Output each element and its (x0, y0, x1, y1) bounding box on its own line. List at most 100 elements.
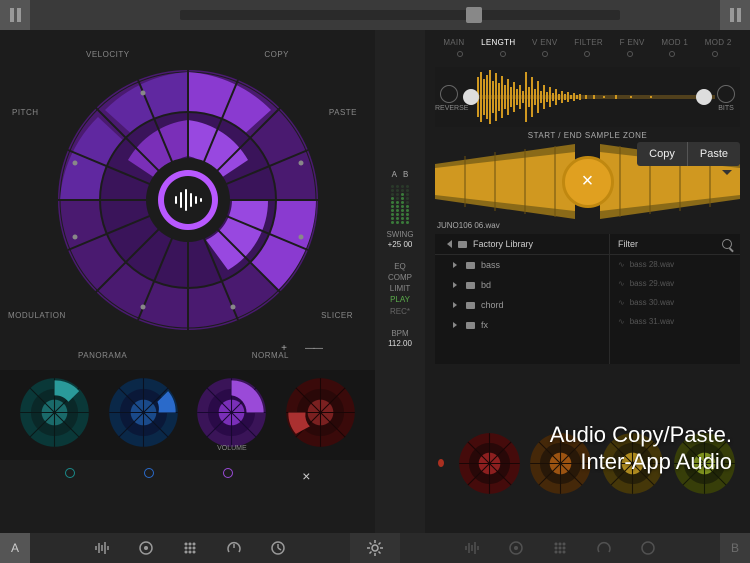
search-icon (722, 239, 732, 249)
right-mini-1[interactable] (457, 431, 522, 496)
comp-button[interactable]: COMP (388, 272, 412, 283)
tab-length[interactable]: LENGTH (481, 38, 515, 47)
rec-button[interactable]: REC* (388, 306, 412, 317)
folder-icon (466, 302, 475, 309)
label-a[interactable]: A (392, 170, 397, 179)
clock-mode-icon[interactable] (270, 540, 286, 556)
indicator-2[interactable] (144, 468, 154, 478)
main-circular-sequencer[interactable] (53, 65, 323, 335)
copy-button[interactable]: Copy (637, 142, 687, 166)
label-b[interactable]: B (403, 170, 408, 179)
folder-row[interactable]: fx (435, 315, 609, 335)
disc-mode-icon[interactable] (508, 540, 524, 556)
zone-label: START / END SAMPLE ZONE (425, 131, 750, 140)
sample-browser: Factory Library bass bd chord fx Filter … (435, 234, 740, 364)
plus-icon[interactable]: + (281, 343, 287, 354)
pause-button-left[interactable] (0, 0, 30, 30)
bpm-readout[interactable]: BPM 112.00 (388, 329, 412, 350)
top-bar (0, 0, 750, 30)
tab-fenv[interactable]: F ENV (620, 38, 645, 47)
dial-mode-icon[interactable] (596, 540, 612, 556)
pad-indicator-row: × (0, 460, 375, 486)
mini-pad-2[interactable] (106, 375, 181, 450)
folder-row[interactable]: bass (435, 255, 609, 275)
dial-mode-icon[interactable] (226, 540, 242, 556)
mini-pad-row: VOLUME (0, 370, 375, 460)
tab-mod1[interactable]: MOD 1 (661, 38, 688, 47)
paste-button[interactable]: Paste (687, 142, 740, 166)
browser-root-row[interactable]: Factory Library (435, 234, 609, 255)
file-row[interactable]: ∿bass 30.wav (610, 293, 740, 312)
level-meter (391, 185, 409, 224)
mini-pad-4[interactable] (283, 375, 358, 450)
waveform-mode-icon[interactable] (94, 540, 110, 556)
clock-mode-icon[interactable] (640, 540, 656, 556)
sample-filename: JUNO106 06.wav (437, 221, 738, 230)
pattern-a-button[interactable]: A (0, 533, 30, 563)
grid-mode-icon[interactable] (552, 540, 568, 556)
folder-row[interactable]: bd (435, 275, 609, 295)
tab-main[interactable]: MAIN (443, 38, 464, 47)
waveform-display[interactable]: REVERSE BITS (435, 67, 740, 127)
indicator-1[interactable] (65, 468, 75, 478)
folder-label: bass (481, 260, 500, 270)
pattern-b-label: B (731, 541, 739, 555)
file-row[interactable]: ∿bass 28.wav (610, 255, 740, 274)
center-strip: A B SWING +25 00 EQ COMP LIMIT PLAY REC*… (375, 30, 425, 533)
grid-mode-icon[interactable] (182, 540, 198, 556)
folder-row[interactable]: chord (435, 295, 609, 315)
expand-icon (453, 282, 460, 288)
pattern-b-button[interactable]: B (720, 533, 750, 563)
settings-button[interactable] (350, 533, 400, 563)
wave-icon: ∿ (618, 260, 625, 269)
ab-selector[interactable]: A B (392, 170, 409, 179)
scrubber-handle[interactable] (466, 7, 482, 23)
filter-header[interactable]: Filter (610, 234, 740, 255)
indicator-3[interactable] (223, 468, 233, 478)
label-paste: PASTE (329, 108, 357, 117)
filter-label: Filter (618, 239, 638, 249)
menu-caret-icon (722, 170, 732, 180)
tab-mod2[interactable]: MOD 2 (705, 38, 732, 47)
wave-icon: ∿ (618, 317, 625, 326)
eq-button[interactable]: EQ (388, 261, 412, 272)
file-row[interactable]: ∿bass 29.wav (610, 274, 740, 293)
sample-zone-visualizer[interactable]: × Copy Paste (435, 144, 740, 219)
label-panorama: PANORAMA (78, 351, 127, 360)
file-label: bass 31.wav (630, 317, 674, 326)
overlay-line2: Inter-App Audio (550, 449, 732, 475)
waveform-mode-icon[interactable] (464, 540, 480, 556)
reverse-control[interactable]: REVERSE (435, 83, 463, 112)
folder-label: chord (481, 300, 504, 310)
minus-icon[interactable]: —— (305, 343, 321, 354)
label-pitch: PITCH (12, 108, 39, 117)
close-icon: × (582, 170, 594, 193)
pause-button-right[interactable] (720, 0, 750, 30)
tab-indicators (425, 51, 750, 63)
folder-label: bd (481, 280, 491, 290)
expand-icon (453, 262, 460, 268)
disc-mode-icon[interactable] (138, 540, 154, 556)
limit-button[interactable]: LIMIT (388, 283, 412, 294)
mini-pad-volume-label: VOLUME (217, 445, 247, 452)
end-handle[interactable] (696, 89, 712, 105)
bits-knob-icon (717, 85, 735, 103)
play-button[interactable]: PLAY (388, 294, 412, 305)
mini-pad-1[interactable] (17, 375, 92, 450)
folder-icon (466, 262, 475, 269)
expand-icon (453, 302, 460, 308)
start-handle[interactable] (463, 89, 479, 105)
gear-icon (366, 539, 384, 557)
tab-venv[interactable]: V ENV (532, 38, 558, 47)
indicator-4-close[interactable]: × (302, 468, 310, 478)
bits-control[interactable]: BITS (712, 83, 740, 112)
file-row[interactable]: ∿ bass 31.wav (610, 312, 740, 331)
swing-readout[interactable]: SWING +25 00 (386, 230, 413, 251)
overlay-line1: Audio Copy/Paste. (550, 422, 732, 448)
zoom-controls: + —— (281, 343, 321, 354)
record-indicator-icon[interactable] (438, 459, 444, 467)
tab-filter[interactable]: FILTER (574, 38, 603, 47)
timeline-scrubber[interactable] (180, 10, 620, 20)
zone-delete-button[interactable]: × (562, 156, 614, 208)
mini-pad-3[interactable]: VOLUME (194, 375, 269, 450)
